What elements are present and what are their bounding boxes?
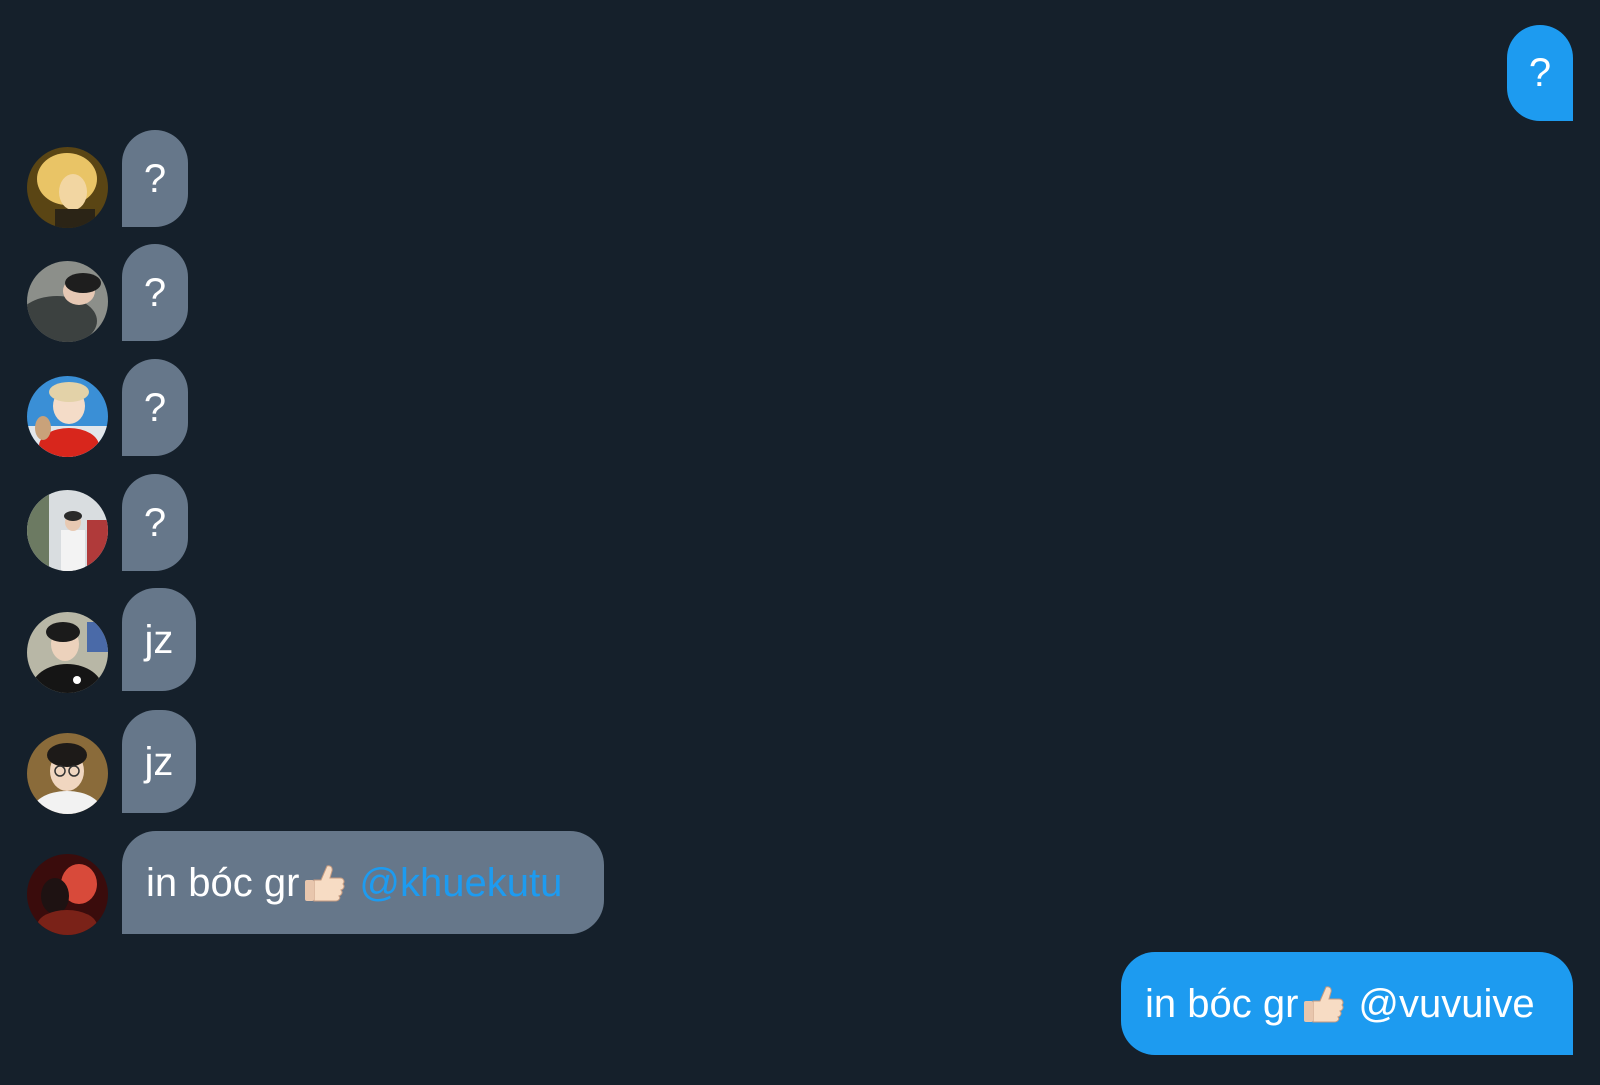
avatar[interactable] (27, 854, 108, 935)
message-text: ? (143, 385, 167, 430)
avatar-red-lit-duo-image (27, 854, 108, 935)
incoming-message-bubble[interactable]: jz (122, 710, 196, 813)
message-text: in bóc gr (146, 860, 300, 905)
avatar[interactable] (27, 376, 108, 457)
thumbs-up-icon (1300, 981, 1346, 1027)
avatar[interactable] (27, 733, 108, 814)
message-text: ? (143, 270, 167, 315)
avatar[interactable] (27, 490, 108, 571)
user-mention-link[interactable]: @vuvuive (1358, 984, 1534, 1024)
message-text: ? (143, 500, 167, 545)
outgoing-message-bubble[interactable]: in bóc gr @vuvuive (1121, 952, 1573, 1055)
incoming-message-bubble[interactable]: jz (122, 588, 196, 691)
incoming-message-bubble[interactable]: ? (122, 244, 188, 341)
message-text: in bóc gr (1145, 981, 1299, 1026)
avatar-glasses-smiling-image (27, 733, 108, 814)
avatar-black-shirt-image (27, 612, 108, 693)
incoming-message-bubble[interactable]: in bóc gr @khuekutu (122, 831, 604, 934)
incoming-message-bubble[interactable]: ? (122, 359, 188, 456)
avatar-red-sweater-rabbit-image (27, 376, 108, 457)
avatar-standing-outdoors-image (27, 490, 108, 571)
user-mention-link[interactable]: @khuekutu (359, 863, 562, 903)
avatar-blonde-hair-image (27, 147, 108, 228)
incoming-message-bubble[interactable]: ? (122, 130, 188, 227)
message-thread: ? ? ? ? ? jz jz in bóc gr @khuekutu in b… (0, 0, 1600, 1085)
outgoing-message-bubble[interactable]: ? (1507, 25, 1573, 121)
avatar[interactable] (27, 261, 108, 342)
avatar[interactable] (27, 612, 108, 693)
incoming-message-bubble[interactable]: ? (122, 474, 188, 571)
message-text: ? (1528, 51, 1552, 95)
message-text: jz (144, 739, 174, 784)
message-text: ? (143, 156, 167, 201)
message-text: jz (144, 617, 174, 662)
thumbs-up-icon (301, 860, 347, 906)
avatar-lying-down-image (27, 261, 108, 342)
avatar[interactable] (27, 147, 108, 228)
